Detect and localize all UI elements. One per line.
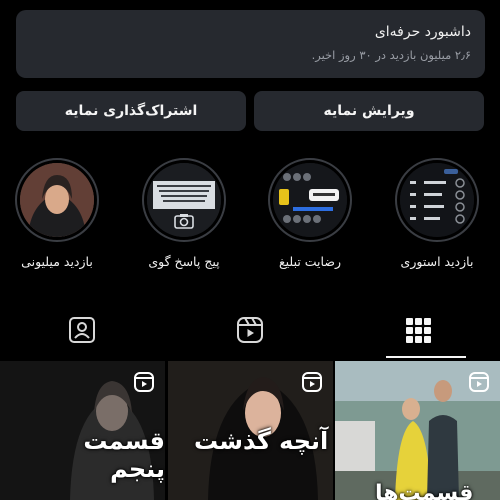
reels-icon — [237, 317, 263, 343]
highlight-support-page[interactable]: پیج پاسخ گوی — [136, 158, 232, 269]
grid-icon — [406, 318, 431, 343]
reel-badge-icon — [134, 372, 154, 392]
tab-tagged[interactable] — [22, 306, 142, 354]
highlight-label: بازدید استوری — [400, 254, 474, 269]
tab-grid[interactable] — [358, 306, 478, 358]
tagged-person-icon — [69, 317, 95, 343]
highlight-label: رضایت تبلیغ — [279, 254, 341, 269]
tab-reels[interactable] — [190, 306, 310, 354]
dashboard-title: داشبورد حرفه‌ای — [374, 24, 471, 40]
post-thumbnail[interactable]: آنچه گذشت — [168, 361, 333, 500]
post-caption: قسمت پنجم — [83, 427, 165, 483]
highlight-cover — [395, 158, 479, 242]
highlight-ad-satisfaction[interactable]: رضایت تبلیغ — [262, 158, 358, 269]
post-thumbnail[interactable]: قسمت‌ها — [335, 361, 500, 500]
reel-badge-icon — [469, 372, 489, 392]
post-caption: قسمت‌ها — [375, 481, 474, 500]
share-profile-button[interactable]: اشتراک‌گذاری نمایه — [16, 91, 246, 131]
camera-icon — [174, 214, 194, 229]
highlight-label: بازدید میلیونی — [21, 254, 93, 269]
edit-profile-button[interactable]: ویرایش نمایه — [254, 91, 484, 131]
highlight-cover — [142, 158, 226, 242]
profile-tabs — [0, 306, 500, 358]
highlight-label: پیج پاسخ گوی — [148, 254, 220, 269]
post-thumbnail[interactable]: قسمت پنجم — [0, 361, 165, 500]
professional-dashboard-card[interactable]: داشبورد حرفه‌ای ۲٫۶ میلیون بازدید در ۳۰ … — [16, 10, 485, 78]
highlight-cover — [15, 158, 99, 242]
highlight-cover — [268, 158, 352, 242]
post-grid: قسمت‌ها آنچه گذشت قسمت پنجم — [0, 361, 500, 500]
active-tab-indicator — [386, 356, 466, 358]
dashboard-subtitle: ۲٫۶ میلیون بازدید در ۳۰ روز اخیر. — [311, 48, 471, 62]
highlight-story-views[interactable]: بازدید استوری — [389, 158, 485, 269]
reel-badge-icon — [302, 372, 322, 392]
highlight-million-views[interactable]: بازدید میلیونی — [9, 158, 105, 269]
post-caption: آنچه گذشت — [194, 427, 329, 455]
